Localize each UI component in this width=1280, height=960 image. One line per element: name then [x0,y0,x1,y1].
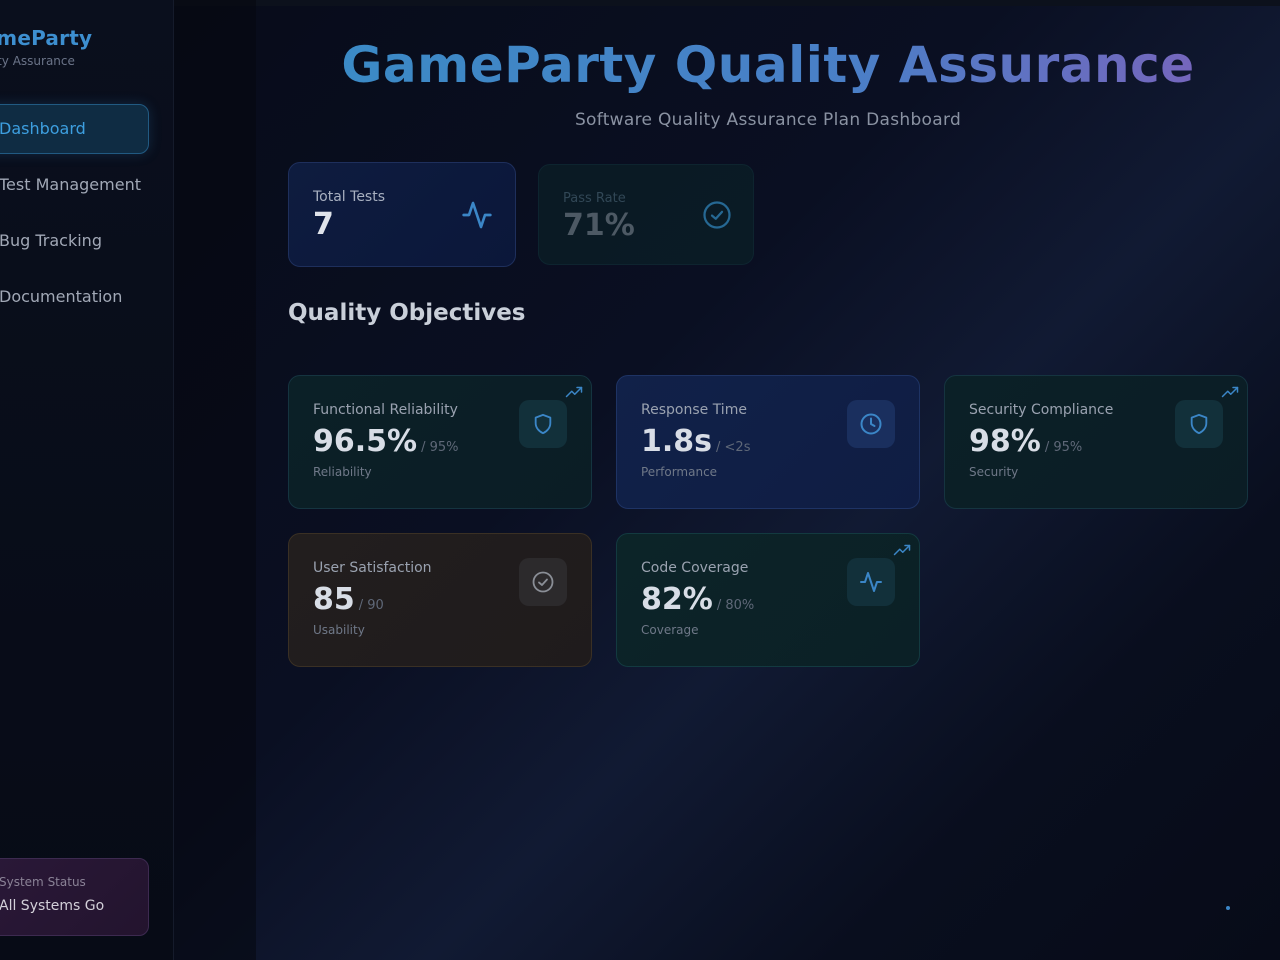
objective-category: Coverage [641,623,699,637]
objective-card-functional-reliability[interactable]: Functional Reliability 96.5%/ 95% Reliab… [288,375,592,509]
objective-target: / 90 [358,598,384,613]
objective-icon-box [1175,400,1223,448]
trending-up-icon [893,544,911,556]
brand: GameParty Quality Assurance [0,26,92,68]
sidebar: GameParty Quality Assurance Dashboard Te… [0,0,174,960]
objective-card-user-satisfaction[interactable]: User Satisfaction 85/ 90 Usability [288,533,592,667]
section-title: Quality Objectives [288,300,526,326]
objective-category: Security [969,465,1019,479]
objective-icon-box [847,558,895,606]
objective-value: 1.8s [641,424,713,459]
stat-card-total-tests[interactable]: Total Tests 7 [288,162,516,267]
sidebar-nav: Dashboard Test Management Bug Tracking D… [0,104,149,328]
shield-icon [1190,413,1208,435]
page-title: GameParty Quality Assurance [341,36,1195,94]
system-status-value: All Systems Go [0,898,105,914]
brand-title: GameParty [0,26,93,50]
objective-icon-box [519,558,567,606]
brand-subtitle: Quality Assurance [0,54,75,68]
objective-value: 96.5% [313,424,418,459]
check-circle-icon [703,201,731,229]
activity-icon [462,201,492,229]
page-header: GameParty Quality Assurance Software Qua… [256,36,1280,130]
sidebar-item-test-management[interactable]: Test Management [0,160,149,210]
objective-category: Performance [641,465,718,479]
objective-icon-box [519,400,567,448]
objective-target: / 80% [716,598,755,613]
objective-category: Reliability [313,465,372,479]
objective-card-security-compliance[interactable]: Security Compliance 98%/ 95% Security [944,375,1248,509]
objective-category: Usability [313,623,365,637]
sidebar-item-bug-tracking[interactable]: Bug Tracking [0,216,149,266]
sidebar-item-documentation[interactable]: Documentation [0,272,149,322]
trending-up-icon [1221,386,1239,398]
clock-icon [860,413,882,435]
sidebar-item-label: Dashboard [0,119,86,138]
sidebar-item-label: Bug Tracking [0,231,102,250]
system-status-label: System Status [0,875,86,889]
objective-target: / 95% [1044,440,1083,455]
sidebar-item-label: Documentation [0,287,123,306]
page-subtitle: Software Quality Assurance Plan Dashboar… [574,110,962,130]
system-status-card: System Status All Systems Go [0,858,149,936]
trending-up-icon [565,386,583,398]
objective-value: 82% [641,582,713,617]
objective-card-code-coverage[interactable]: Code Coverage 82%/ 80% Coverage [616,533,920,667]
objective-target: / <2s [716,440,751,455]
check-circle-icon [532,571,554,593]
indicator-dot [1226,906,1230,910]
sidebar-item-dashboard[interactable]: Dashboard [0,104,149,154]
activity-icon [860,572,882,592]
objective-target: / 95% [421,440,459,455]
objective-card-response-time[interactable]: Response Time 1.8s / <2s Performance [616,375,920,509]
shield-icon [534,413,552,435]
sidebar-item-label: Test Management [0,175,141,194]
objective-value: 85 [313,582,355,617]
objective-value: 98% [969,424,1041,459]
sidebar-shadow [174,0,256,960]
stat-card-pass-rate[interactable]: Pass Rate 71% [538,164,754,265]
objective-icon-box [847,400,895,448]
